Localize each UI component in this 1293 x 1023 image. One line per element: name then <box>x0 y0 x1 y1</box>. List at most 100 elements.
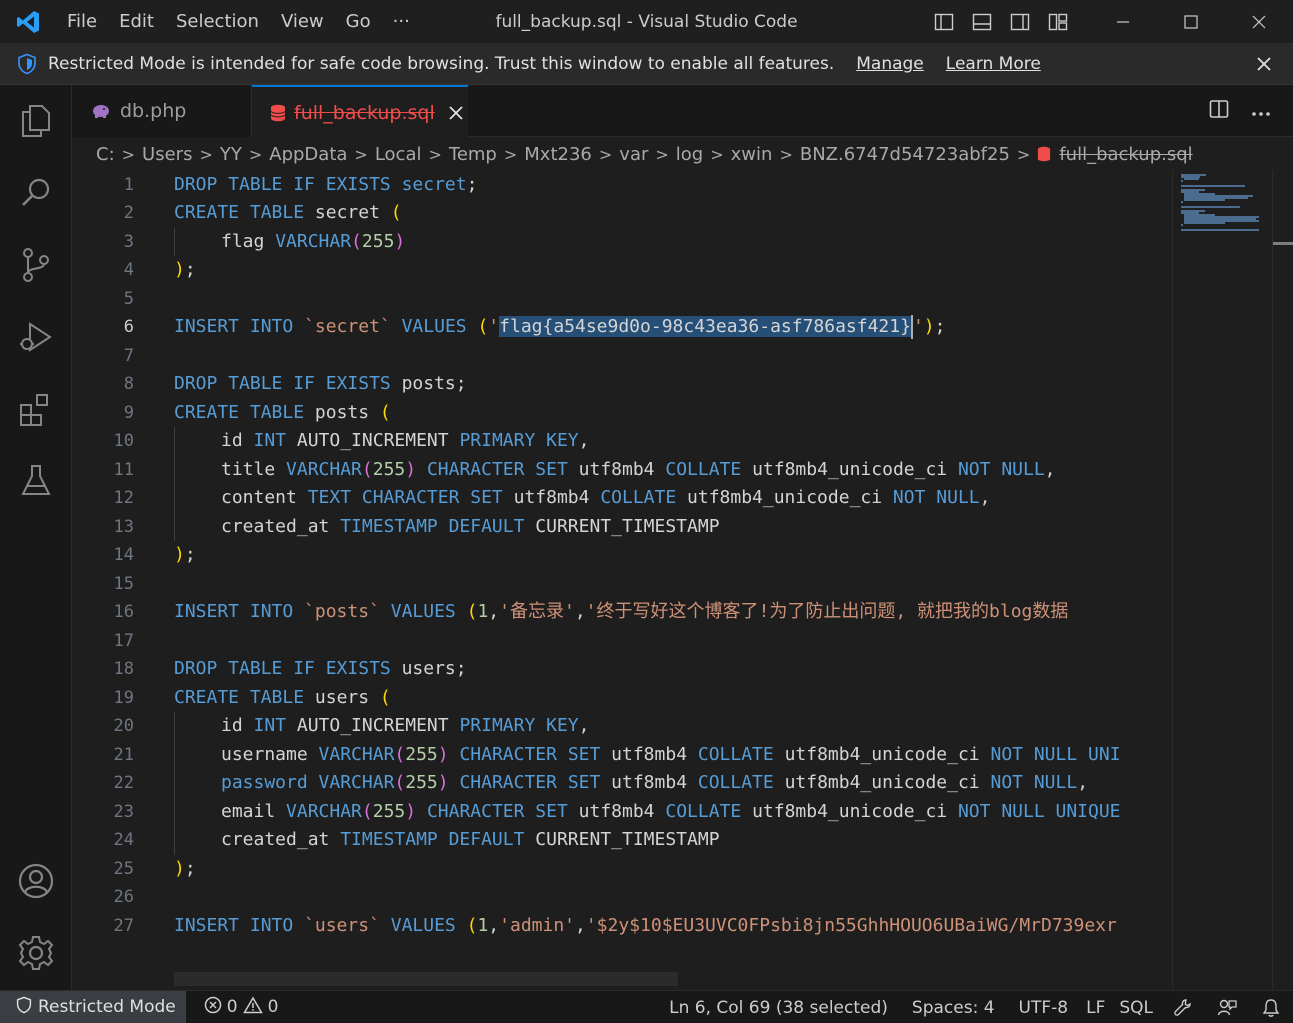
code-line[interactable]: id INT AUTO_INCREMENT PRIMARY KEY, <box>221 712 590 741</box>
run-and-debug-icon[interactable] <box>14 315 58 359</box>
manage-link[interactable]: Manage <box>856 54 924 74</box>
menu-selection[interactable]: Selection <box>165 0 270 44</box>
customize-layout-icon[interactable] <box>1046 11 1070 33</box>
code-editor[interactable]: 1 2 3 4 5 6 7 8 9 10 11 12 13 14 15 16 17 18 19 20 21 22 23 24 2… <box>72 170 1172 990</box>
chevron-right-icon: > <box>121 144 136 164</box>
code-line[interactable]: ); <box>174 541 196 570</box>
problems-status[interactable]: 0 0 <box>204 996 278 1019</box>
code-line[interactable]: email VARCHAR(255) CHARACTER SET utf8mb4… <box>221 798 1121 827</box>
code-token: id <box>221 430 254 451</box>
code-line[interactable]: CREATE TABLE users ( <box>174 684 391 713</box>
explorer-icon[interactable] <box>14 99 58 143</box>
manage-gear-icon[interactable] <box>14 931 58 975</box>
menu-view[interactable]: View <box>270 0 335 44</box>
breadcrumb-item[interactable]: AppData <box>269 144 347 165</box>
code-token: TIMESTAMP DEFAULT <box>340 829 536 850</box>
code-line[interactable]: created_at TIMESTAMP DEFAULT CURRENT_TIM… <box>221 513 720 542</box>
line-number: 17 <box>113 630 134 651</box>
source-control-icon[interactable] <box>14 243 58 287</box>
end-of-line[interactable]: LF <box>1080 998 1111 1018</box>
code-line[interactable]: username VARCHAR(255) CHARACTER SET utf8… <box>221 741 1121 770</box>
code-line[interactable]: title VARCHAR(255) CHARACTER SET utf8mb4… <box>221 456 1056 485</box>
minimize-icon[interactable] <box>1089 0 1157 44</box>
vscode-logo-icon[interactable] <box>0 0 56 44</box>
tools-wrench-icon[interactable] <box>1161 998 1205 1018</box>
breadcrumb-item[interactable]: Temp <box>449 144 497 165</box>
code-token: ( <box>379 686 391 708</box>
breadcrumb-item[interactable]: var <box>619 144 648 165</box>
learn-more-link[interactable]: Learn More <box>946 54 1041 74</box>
breadcrumb-file[interactable]: full_backup.sql <box>1059 144 1192 165</box>
breadcrumb-item[interactable]: xwin <box>731 144 773 165</box>
menu-go[interactable]: Go <box>335 0 382 44</box>
maximize-icon[interactable] <box>1157 0 1225 44</box>
toggle-panel-icon[interactable] <box>970 11 994 33</box>
menu-file[interactable]: File <box>56 0 108 44</box>
breadcrumb-item[interactable]: log <box>676 144 703 165</box>
vertical-scrollbar[interactable] <box>1272 170 1293 990</box>
code-token: 255 <box>372 458 406 480</box>
split-editor-icon[interactable] <box>1209 99 1229 123</box>
tab-db-php[interactable]: db.php <box>72 85 252 137</box>
code-token: AUTO_INCREMENT <box>296 715 460 736</box>
code-line[interactable]: INSERT INTO `secret` VALUES ('flag{a54se… <box>174 313 945 342</box>
breadcrumb-item[interactable]: BNZ.6747d54723abf25 <box>800 144 1010 165</box>
code-line[interactable]: CREATE TABLE secret ( <box>174 199 402 228</box>
code-token: ) <box>174 259 185 280</box>
code-line[interactable]: id INT AUTO_INCREMENT PRIMARY KEY, <box>221 427 590 456</box>
code-token: email <box>221 800 287 822</box>
code-line[interactable]: INSERT INTO `users` VALUES (1,'admin','$… <box>174 912 1117 941</box>
restricted-mode-status[interactable]: Restricted Mode <box>0 991 186 1023</box>
code-line[interactable]: flag VARCHAR(255) <box>221 228 405 257</box>
banner-close-icon[interactable] <box>1253 53 1275 75</box>
accounts-icon[interactable] <box>14 859 58 903</box>
code-token: 1 <box>477 601 489 622</box>
toggle-secondary-sidebar-icon[interactable] <box>1008 11 1032 33</box>
tab-close-icon[interactable] <box>449 105 463 120</box>
code-token: NOT NULL UNI <box>990 743 1121 765</box>
breadcrumb-item[interactable]: Mxt236 <box>524 144 592 165</box>
tab-full-backup-sql[interactable]: full_backup.sql <box>252 85 468 138</box>
search-icon[interactable] <box>14 171 58 215</box>
code-token: COLLATE <box>697 772 785 793</box>
minimap-line <box>1181 228 1260 231</box>
breadcrumb-item[interactable]: C: <box>96 144 115 165</box>
more-actions-icon[interactable] <box>1251 102 1271 121</box>
cursor-position[interactable]: Ln 6, Col 69 (38 selected) <box>657 998 900 1018</box>
notifications-bell-icon[interactable] <box>1249 998 1293 1018</box>
code-token: utf8mb4_unicode_ci <box>752 458 958 480</box>
breadcrumb-item[interactable]: YY <box>220 144 242 165</box>
code-token: VARCHAR <box>286 458 362 480</box>
horizontal-scrollbar[interactable] <box>174 972 678 986</box>
line-number: 2 <box>123 203 134 223</box>
code-line[interactable]: content TEXT CHARACTER SET utf8mb4 COLLA… <box>221 484 990 513</box>
code-line[interactable]: ); <box>174 256 196 285</box>
code-line[interactable]: INSERT INTO `posts` VALUES (1,'备忘录','终于写… <box>174 598 1068 627</box>
code-line[interactable]: password VARCHAR(255) CHARACTER SET utf8… <box>221 769 1088 798</box>
line-number: 11 <box>113 459 134 480</box>
code-line[interactable]: DROP TABLE IF EXISTS posts; <box>174 370 467 399</box>
code-token: NOT NULL <box>990 772 1078 793</box>
code-line[interactable]: created_at TIMESTAMP DEFAULT CURRENT_TIM… <box>221 826 720 855</box>
code-token: users; <box>401 658 467 679</box>
menu-more[interactable]: ··· <box>382 0 421 44</box>
code-line[interactable]: DROP TABLE IF EXISTS secret; <box>174 171 477 200</box>
menu-edit[interactable]: Edit <box>108 0 165 44</box>
extensions-icon[interactable] <box>14 387 58 431</box>
language-mode[interactable]: SQL <box>1111 998 1161 1018</box>
indentation[interactable]: Spaces: 4 <box>900 998 1007 1018</box>
encoding[interactable]: UTF-8 <box>1007 998 1081 1018</box>
minimap[interactable] <box>1172 170 1272 990</box>
breadcrumb-item[interactable]: Local <box>375 144 422 165</box>
code-token: posts; <box>401 373 467 394</box>
toggle-primary-sidebar-icon[interactable] <box>932 11 956 33</box>
testing-icon[interactable] <box>14 459 58 503</box>
feedback-icon[interactable] <box>1205 998 1249 1018</box>
code-line[interactable]: CREATE TABLE posts ( <box>174 399 391 428</box>
close-window-icon[interactable] <box>1225 0 1293 44</box>
code-line[interactable]: DROP TABLE IF EXISTS users; <box>174 655 467 684</box>
breadcrumb-item[interactable]: Users <box>142 144 192 165</box>
code-line[interactable]: ); <box>174 855 196 884</box>
